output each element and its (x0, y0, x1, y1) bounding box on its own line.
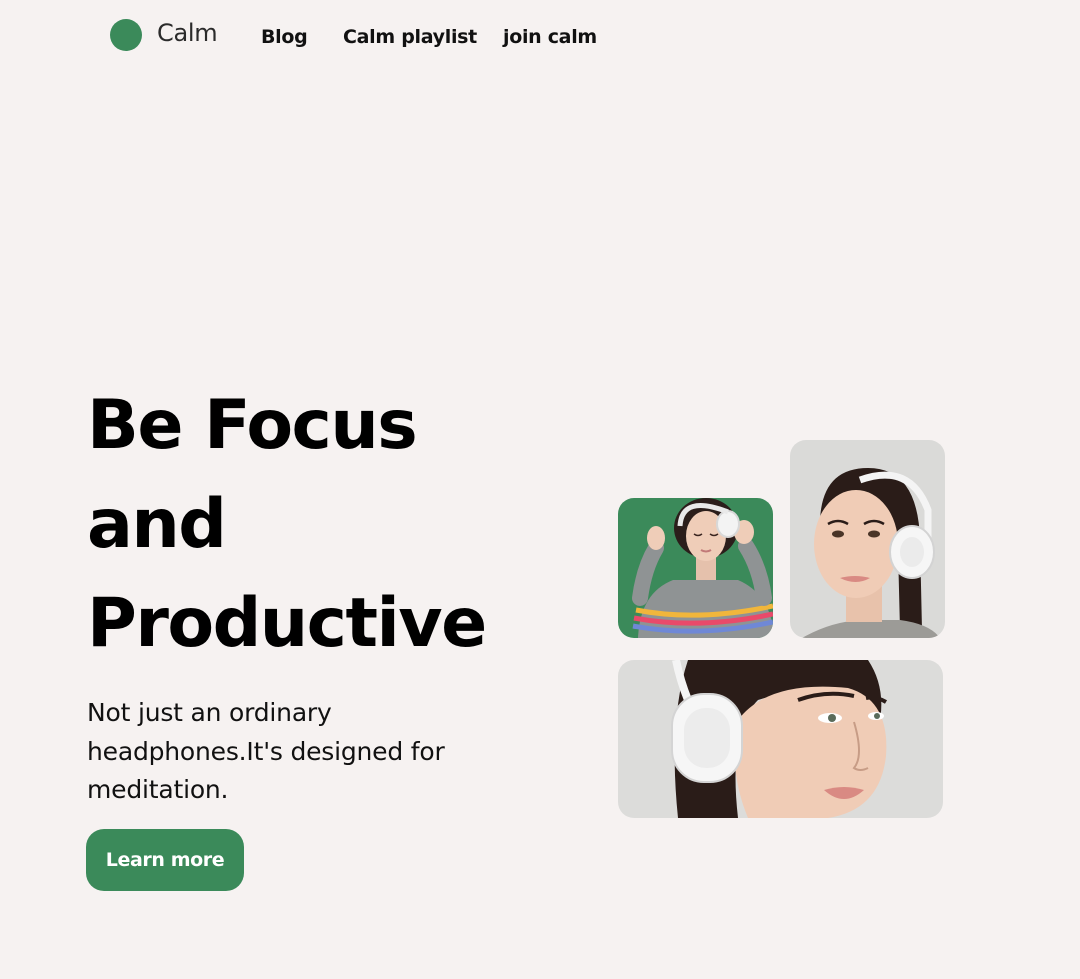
hero-title-line: Productive (87, 584, 487, 663)
nav-link-blog[interactable]: Blog (261, 26, 308, 48)
hero-title-line: Be Focus (87, 386, 418, 465)
logo-mark[interactable] (110, 19, 142, 51)
hero-title: Be Focus and Productive (87, 376, 487, 673)
hero-subtitle: Not just an ordinary headphones.It's des… (87, 698, 445, 804)
nav-link-join-calm[interactable]: join calm (503, 26, 597, 48)
photo-woman-headphones-portrait (790, 440, 945, 638)
logo-text[interactable]: Calm (157, 19, 218, 47)
learn-more-button[interactable]: Learn more (86, 829, 244, 891)
nav-link-calm-playlist[interactable]: Calm playlist (343, 26, 477, 48)
photo-woman-headphones-closeup (618, 660, 943, 818)
photo-woman-headphones-eyes-closed (618, 498, 773, 638)
hero-title-line: and (87, 485, 227, 564)
